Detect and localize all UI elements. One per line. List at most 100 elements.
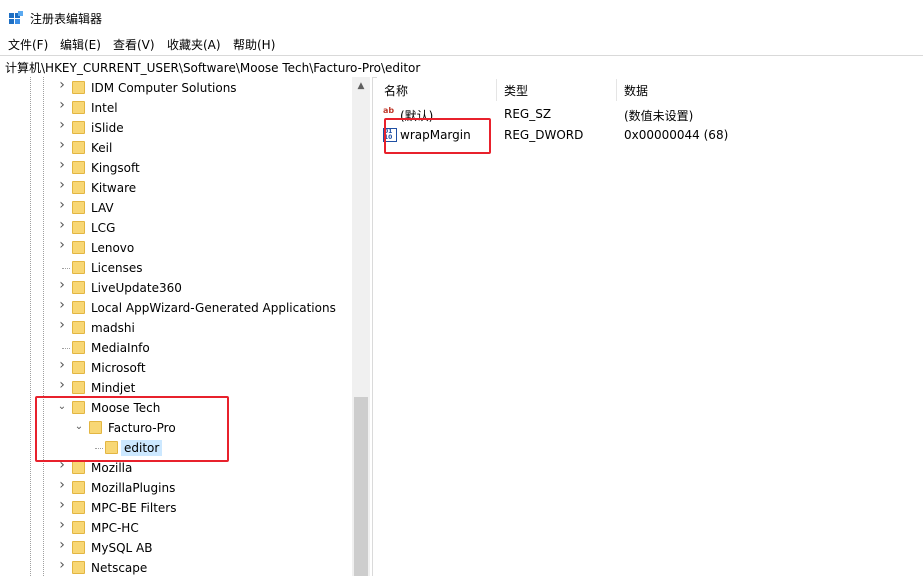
- chevron-right-icon[interactable]: ›: [57, 178, 67, 192]
- chevron-right-icon[interactable]: ›: [57, 218, 67, 232]
- scroll-thumb[interactable]: [354, 397, 368, 576]
- chevron-right-icon[interactable]: ›: [57, 78, 67, 92]
- chevron-right-icon[interactable]: ›: [57, 538, 67, 552]
- chevron-right-icon[interactable]: ›: [57, 318, 67, 332]
- column-header-type[interactable]: 类型: [504, 82, 528, 99]
- value-data: (数值未设置): [624, 109, 694, 123]
- folder-icon: [72, 501, 85, 514]
- tree-item[interactable]: › MPC-BE Filters: [0, 498, 352, 518]
- tree-item[interactable]: › Keil: [0, 138, 352, 158]
- chevron-right-icon[interactable]: ›: [57, 378, 67, 392]
- address-path[interactable]: 计算机\HKEY_CURRENT_USER\Software\Moose Tec…: [5, 59, 420, 76]
- chevron-right-icon[interactable]: ›: [57, 278, 67, 292]
- tree-item[interactable]: › MySQL AB: [0, 538, 352, 558]
- tree-item[interactable]: › Local AppWizard-Generated Applications: [0, 298, 352, 318]
- tree-item-label[interactable]: Local AppWizard-Generated Applications: [91, 301, 336, 315]
- value-type: REG_SZ: [504, 107, 552, 121]
- chevron-right-icon[interactable]: ›: [57, 518, 67, 532]
- folder-icon: [72, 221, 85, 234]
- tree-item-label[interactable]: IDM Computer Solutions: [91, 81, 237, 95]
- folder-icon: [72, 321, 85, 334]
- chevron-right-icon[interactable]: ›: [57, 98, 67, 112]
- tree-item[interactable]: › LCG: [0, 218, 352, 238]
- tree-guide-line: [30, 77, 31, 576]
- value-data: 0x00000044 (68): [624, 128, 729, 142]
- key-tree[interactable]: › IDM Computer Solutions › Intel › iSlide › Kei…: [0, 77, 373, 576]
- chevron-right-icon[interactable]: ›: [57, 358, 67, 372]
- folder-icon: [72, 181, 85, 194]
- tree-item[interactable]: › MPC-HC: [0, 518, 352, 538]
- tree-item-label[interactable]: Netscape: [91, 561, 147, 575]
- tree-item-label[interactable]: Lenovo: [91, 241, 134, 255]
- chevron-right-icon[interactable]: ›: [57, 298, 67, 312]
- tree-item[interactable]: › Mindjet: [0, 378, 352, 398]
- tree-item[interactable]: › Kingsoft: [0, 158, 352, 178]
- folder-icon: [72, 101, 85, 114]
- tree-scrollbar[interactable]: ▲: [352, 77, 370, 576]
- chevron-right-icon[interactable]: ›: [57, 158, 67, 172]
- tree-item[interactable]: › LAV: [0, 198, 352, 218]
- tree-item-label[interactable]: Licenses: [91, 261, 143, 275]
- tree-item[interactable]: › IDM Computer Solutions: [0, 78, 352, 98]
- chevron-right-icon[interactable]: ›: [57, 118, 67, 132]
- chevron-right-icon[interactable]: ›: [57, 478, 67, 492]
- chevron-right-icon[interactable]: ›: [57, 558, 67, 572]
- tree-item[interactable]: › madshi: [0, 318, 352, 338]
- tree-item[interactable]: › Lenovo: [0, 238, 352, 258]
- tree-item[interactable]: › LiveUpdate360: [0, 278, 352, 298]
- window-title: 注册表编辑器: [30, 12, 103, 26]
- tree-item-label[interactable]: LAV: [91, 201, 114, 215]
- tree-item[interactable]: › iSlide: [0, 118, 352, 138]
- menu-edit[interactable]: 编辑(E): [60, 36, 101, 53]
- tree-item[interactable]: MediaInfo: [0, 338, 352, 358]
- menu-help[interactable]: 帮助(H): [233, 36, 275, 53]
- tree-item-label[interactable]: Kingsoft: [91, 161, 140, 175]
- folder-icon: [72, 301, 85, 314]
- menu-favorites[interactable]: 收藏夹(A): [167, 36, 221, 53]
- chevron-right-icon[interactable]: ›: [57, 138, 67, 152]
- tree-item-label[interactable]: Keil: [91, 141, 112, 155]
- folder-icon: [72, 561, 85, 574]
- regedit-icon: [9, 11, 23, 24]
- tree-item-label[interactable]: Intel: [91, 101, 118, 115]
- tree-item-label[interactable]: Mozilla: [91, 461, 132, 475]
- tree-item-label[interactable]: LCG: [91, 221, 115, 235]
- chevron-right-icon[interactable]: ›: [57, 238, 67, 252]
- tree-item-label[interactable]: Kitware: [91, 181, 136, 195]
- column-divider[interactable]: [496, 79, 497, 101]
- tree-item-label[interactable]: MozillaPlugins: [91, 481, 175, 495]
- tree-item[interactable]: › Microsoft: [0, 358, 352, 378]
- scroll-up-icon[interactable]: ▲: [352, 77, 370, 95]
- folder-icon: [72, 201, 85, 214]
- chevron-right-icon[interactable]: ›: [57, 198, 67, 212]
- tree-item-label[interactable]: Mindjet: [91, 381, 135, 395]
- tree-item[interactable]: › Intel: [0, 98, 352, 118]
- tree-connector: [62, 348, 70, 349]
- tree-item[interactable]: › Kitware: [0, 178, 352, 198]
- tree-item[interactable]: Licenses: [0, 258, 352, 278]
- tree-item-label[interactable]: MPC-BE Filters: [91, 501, 176, 515]
- tree-item[interactable]: › MozillaPlugins: [0, 478, 352, 498]
- column-header-name[interactable]: 名称: [384, 82, 408, 99]
- tree-item-label[interactable]: iSlide: [91, 121, 124, 135]
- tree-item-label[interactable]: MySQL AB: [91, 541, 152, 555]
- address-bar[interactable]: 计算机\HKEY_CURRENT_USER\Software\Moose Tec…: [0, 55, 923, 78]
- tree-guide-line: [43, 77, 44, 576]
- column-header-data[interactable]: 数据: [624, 82, 648, 99]
- tree-item-label[interactable]: Microsoft: [91, 361, 146, 375]
- menu-view[interactable]: 查看(V): [113, 36, 155, 53]
- folder-icon: [72, 381, 85, 394]
- folder-icon: [72, 161, 85, 174]
- folder-icon: [72, 81, 85, 94]
- menu-file[interactable]: 文件(F): [8, 36, 48, 53]
- chevron-right-icon[interactable]: ›: [57, 498, 67, 512]
- folder-icon: [72, 541, 85, 554]
- tree-item-label[interactable]: MediaInfo: [91, 341, 150, 355]
- tree-item-label[interactable]: MPC-HC: [91, 521, 139, 535]
- folder-icon: [72, 461, 85, 474]
- tree-item-label[interactable]: madshi: [91, 321, 135, 335]
- tree-item-label[interactable]: LiveUpdate360: [91, 281, 182, 295]
- column-divider[interactable]: [616, 79, 617, 101]
- folder-icon: [72, 261, 85, 274]
- tree-item[interactable]: › Netscape: [0, 558, 352, 576]
